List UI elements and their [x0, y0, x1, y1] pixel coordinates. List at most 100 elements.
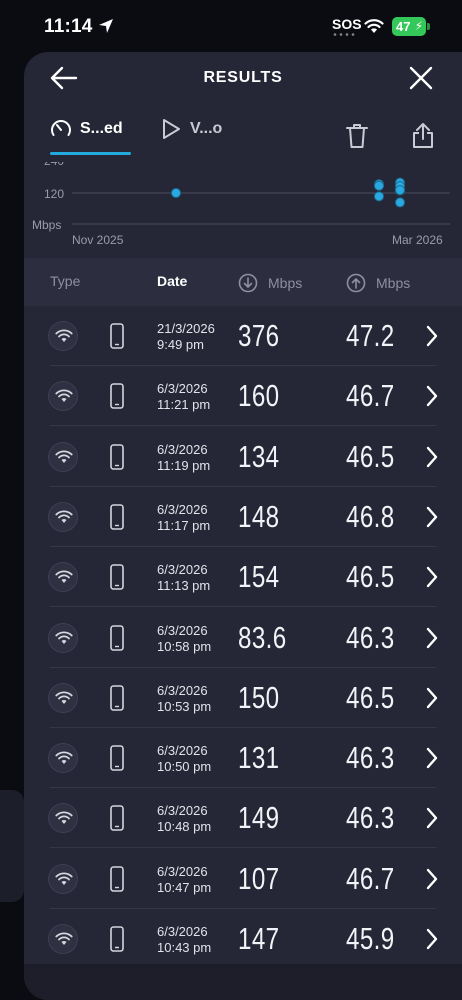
chart-point: [171, 188, 181, 198]
background-card-edge: [0, 790, 24, 902]
result-row[interactable]: 6/3/2026 10:53 pm 150 46.5: [24, 668, 462, 728]
upload-speed: 46.3: [346, 800, 395, 836]
signal-dots-icon: [333, 33, 355, 36]
result-row[interactable]: 21/3/2026 9:49 pm 376 47.2: [24, 306, 462, 366]
result-row[interactable]: 6/3/2026 10:43 pm 147 45.9: [24, 909, 462, 969]
result-row[interactable]: 6/3/2026 11:17 pm 148 46.8: [24, 487, 462, 547]
phone-icon: [110, 684, 124, 711]
table-header: Type Date Mbps Mbps: [24, 258, 462, 306]
result-time: 10:50 pm: [157, 759, 212, 775]
connection-type-badge: [48, 863, 78, 894]
result-row[interactable]: 6/3/2026 10:47 pm 107 46.7: [24, 849, 462, 909]
column-header-upload[interactable]: Mbps: [346, 273, 410, 293]
tab-speed-label: S...ed: [80, 120, 123, 137]
chevron-right-icon: [426, 566, 438, 588]
result-date: 6/3/2026: [157, 682, 208, 698]
result-time: 11:19 pm: [157, 457, 211, 473]
connection-type-badge: [48, 441, 78, 472]
close-icon[interactable]: [408, 65, 434, 91]
result-time: 11:13 pm: [157, 578, 211, 594]
play-icon: [163, 119, 180, 139]
chart-point: [395, 185, 405, 196]
x-start-label: Nov 2025: [72, 233, 124, 247]
upload-speed: 46.5: [346, 559, 395, 595]
location-arrow-icon: [99, 19, 113, 33]
column-header-type[interactable]: Type: [50, 273, 80, 289]
result-date: 6/3/2026: [157, 381, 208, 397]
wifi-icon: [55, 932, 73, 945]
y-unit-label: Mbps: [32, 218, 61, 232]
phone-icon: [110, 383, 124, 410]
status-time: 11:14: [44, 16, 93, 37]
chevron-right-icon: [426, 506, 438, 528]
connection-type-badge: [48, 622, 78, 653]
chart-point: [374, 191, 384, 202]
wifi-icon: [55, 570, 73, 584]
result-row[interactable]: 6/3/2026 11:19 pm 134 46.5: [24, 427, 462, 487]
header: RESULTS: [24, 52, 462, 104]
result-row[interactable]: 6/3/2026 10:48 pm 149 46.3: [24, 788, 462, 849]
download-speed: 83.6: [238, 619, 287, 655]
tab-video[interactable]: V...o: [160, 118, 222, 158]
results-sheet: RESULTS S...ed V...o 240 120: [24, 52, 462, 1000]
result-row[interactable]: 6/3/2026 11:13 pm 154 46.5: [24, 547, 462, 608]
upload-icon: [346, 273, 366, 293]
battery-level: 47: [396, 19, 411, 34]
chevron-right-icon: [426, 747, 438, 769]
bottom-bar: [24, 964, 462, 1000]
phone-icon: [110, 624, 124, 651]
upload-speed: 46.3: [346, 619, 395, 655]
column-header-download[interactable]: Mbps: [238, 273, 302, 293]
phone-icon: [110, 805, 124, 832]
connection-type-badge: [48, 682, 78, 713]
y-tick-label: 240: [44, 162, 64, 168]
chart-point: [395, 197, 405, 208]
result-time: 10:53 pm: [157, 698, 212, 714]
result-row[interactable]: 6/3/2026 11:21 pm 160 46.7: [24, 366, 462, 427]
download-icon: [238, 273, 258, 293]
share-icon[interactable]: [412, 122, 434, 149]
result-time: 11:21 pm: [157, 397, 211, 413]
y-tick-label: 120: [44, 187, 64, 201]
speed-history-chart: 240 120 Mbps Nov 2025 Mar 2026: [32, 162, 450, 247]
connection-type-badge: [48, 562, 78, 593]
result-date: 6/3/2026: [157, 803, 208, 819]
chevron-right-icon: [426, 808, 438, 829]
result-row[interactable]: 6/3/2026 10:58 pm 83.6 46.3: [24, 608, 462, 668]
upload-speed: 46.7: [346, 860, 395, 896]
result-time: 9:49 pm: [157, 337, 204, 352]
speedometer-icon: [51, 120, 71, 136]
x-end-label: Mar 2026: [392, 233, 443, 247]
result-date: 6/3/2026: [157, 501, 208, 517]
chevron-right-icon: [426, 868, 438, 889]
wifi-icon: [55, 631, 73, 644]
chart-point: [374, 180, 384, 191]
upload-unit: Mbps: [376, 275, 411, 291]
result-date: 6/3/2026: [157, 743, 208, 759]
result-date: 6/3/2026: [157, 562, 208, 578]
phone-icon: [110, 926, 124, 952]
wifi-icon: [55, 811, 73, 825]
trash-icon[interactable]: [346, 123, 368, 149]
result-time: 11:17 pm: [157, 517, 211, 533]
upload-speed: 47.2: [346, 318, 395, 353]
result-date: 6/3/2026: [157, 441, 208, 457]
upload-speed: 46.3: [346, 740, 395, 776]
result-row[interactable]: 6/3/2026 10:50 pm 131 46.3: [24, 728, 462, 789]
download-speed: 147: [238, 921, 280, 956]
connection-type-badge: [48, 743, 78, 774]
chevron-right-icon: [426, 446, 438, 467]
result-time: 10:58 pm: [157, 638, 212, 654]
result-time: 10:48 pm: [157, 819, 212, 835]
upload-speed: 46.8: [346, 498, 395, 534]
wifi-icon: [55, 691, 73, 704]
chevron-right-icon: [426, 928, 438, 950]
phone-icon: [110, 504, 124, 530]
phone-icon: [110, 865, 124, 892]
download-unit: Mbps: [268, 275, 303, 291]
upload-speed: 46.5: [346, 438, 395, 474]
column-header-date[interactable]: Date: [157, 273, 187, 289]
tab-video-label: V...o: [190, 120, 223, 137]
phone-icon: [110, 323, 124, 349]
download-speed: 131: [238, 740, 280, 776]
